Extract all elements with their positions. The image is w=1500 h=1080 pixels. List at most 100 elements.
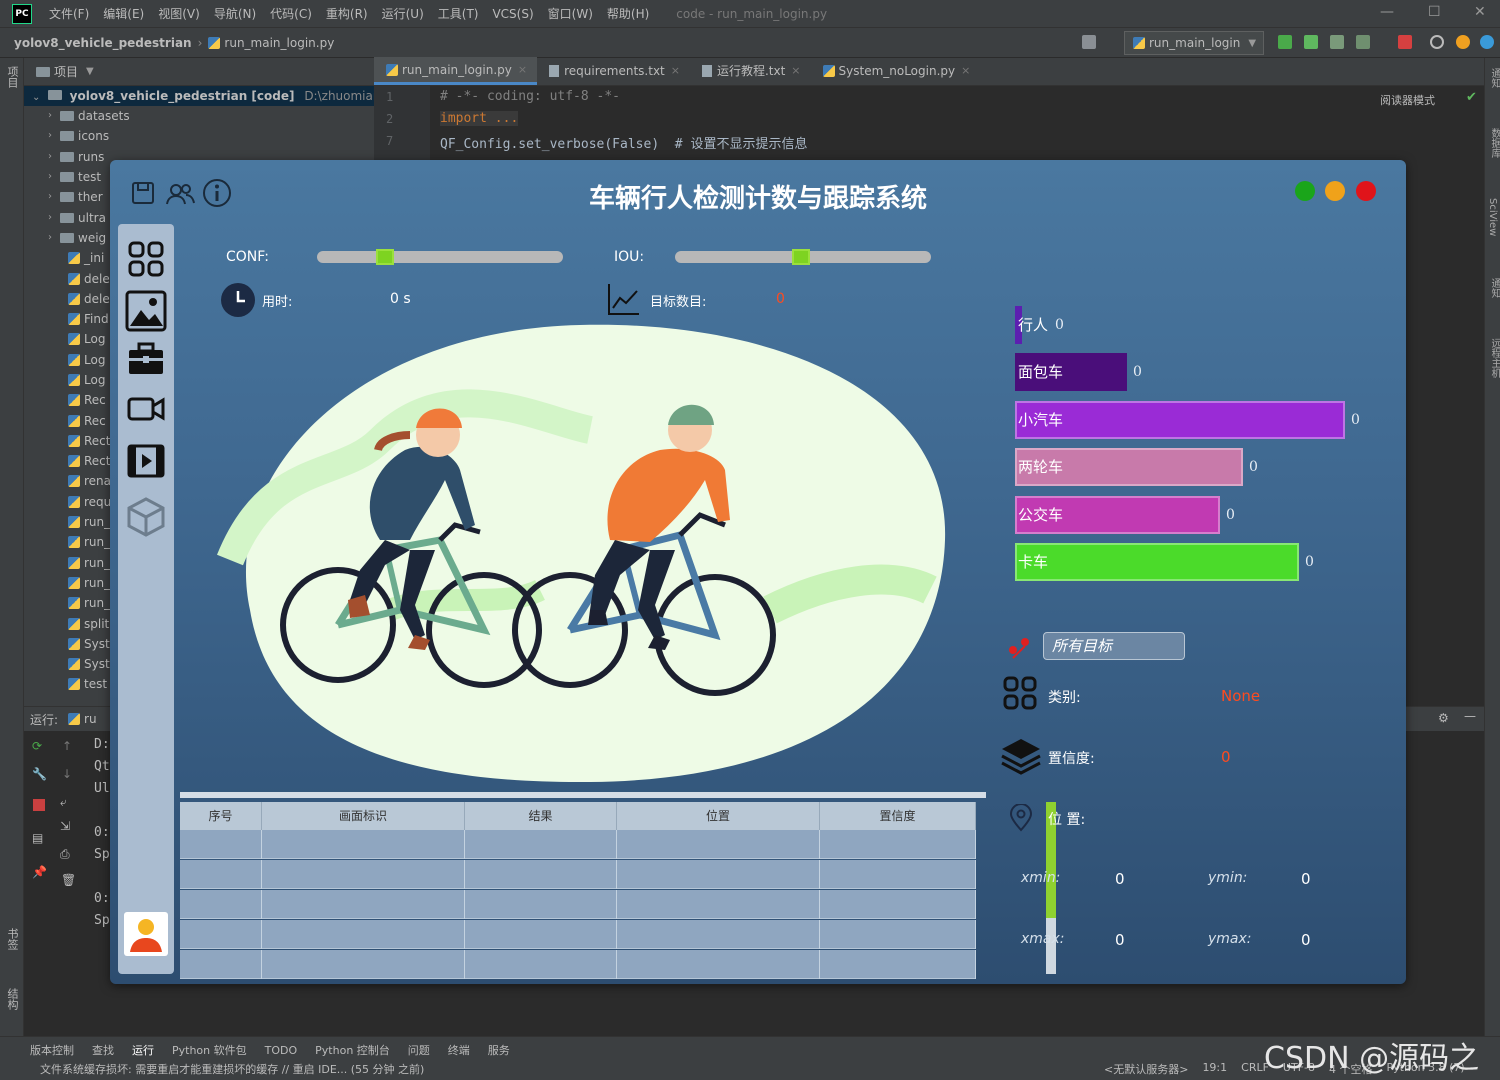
debug-icon[interactable] [1304, 35, 1318, 49]
table-cell[interactable] [262, 920, 465, 949]
table-cell[interactable] [617, 890, 820, 919]
user-icon[interactable] [1082, 35, 1096, 49]
table-cell[interactable] [465, 890, 617, 919]
image-icon[interactable] [125, 290, 167, 332]
tool-tab-find[interactable]: 查找 [92, 1042, 114, 1058]
menu-file[interactable]: 文件(F) [42, 0, 96, 28]
scroll-end-icon[interactable]: ⇲ [60, 819, 70, 833]
trash-icon[interactable]: 🗑 [61, 873, 76, 887]
column-header-index[interactable]: 序号 [180, 802, 262, 830]
tree-root[interactable]: ⌄ yolov8_vehicle_pedestrian [code] D:\zh… [24, 86, 374, 106]
menu-refactor[interactable]: 重构(R) [319, 0, 375, 28]
table-cell[interactable] [180, 920, 262, 949]
layout-icon[interactable]: ▤ [32, 831, 43, 845]
wrench-icon[interactable]: 🔧 [32, 767, 47, 781]
table-cell[interactable] [262, 860, 465, 889]
table-cell[interactable] [617, 950, 820, 979]
menu-tools[interactable]: 工具(T) [431, 0, 486, 28]
menu-vcs[interactable]: VCS(S) [485, 0, 540, 28]
coverage-icon[interactable] [1330, 35, 1344, 49]
menu-window[interactable]: 窗口(W) [541, 0, 600, 28]
table-cell[interactable] [180, 950, 262, 979]
gear-icon[interactable]: ⚙ [1438, 711, 1449, 725]
tab-system-nologin[interactable]: System_noLogin.py × [811, 57, 981, 85]
cube-icon[interactable] [125, 496, 167, 538]
table-row[interactable] [180, 950, 976, 979]
menu-view[interactable]: 视图(V) [151, 0, 207, 28]
tool-tab-python-packages[interactable]: Python 软件包 [172, 1042, 247, 1058]
tree-folder[interactable]: › icons [48, 126, 374, 146]
tool-tab-vcs[interactable]: 版本控制 [30, 1042, 74, 1058]
tab-requirements[interactable]: requirements.txt × [537, 57, 690, 85]
tool-tab-python-console[interactable]: Python 控制台 [315, 1042, 390, 1058]
table-cell[interactable] [465, 860, 617, 889]
column-header-frame[interactable]: 画面标识 [262, 802, 465, 830]
rerun-icon[interactable]: ⟳ [32, 739, 42, 753]
table-cell[interactable] [820, 950, 976, 979]
tool-tab-run[interactable]: 运行 [132, 1042, 154, 1058]
close-icon[interactable]: × [961, 57, 970, 85]
column-header-position[interactable]: 位置 [617, 802, 820, 830]
light-red-button[interactable] [1356, 181, 1376, 201]
target-select[interactable]: 所有目标 [1043, 632, 1185, 660]
sciview-tool-tab[interactable]: SciView [1487, 198, 1498, 236]
table-cell[interactable] [180, 890, 262, 919]
column-header-result[interactable]: 结果 [465, 802, 617, 830]
menu-help[interactable]: 帮助(H) [600, 0, 656, 28]
table-row[interactable] [180, 890, 976, 919]
table-cell[interactable] [465, 920, 617, 949]
tool-tab-terminal[interactable]: 终端 [448, 1042, 470, 1058]
project-panel-title[interactable]: 项目 [54, 63, 78, 80]
breadcrumb-file[interactable]: run_main_login.py [224, 36, 334, 50]
soft-wrap-icon[interactable]: ⤶ [60, 795, 67, 810]
jetbrains-icon[interactable] [1480, 35, 1494, 49]
tab-run-main-login[interactable]: run_main_login.py × [374, 56, 538, 85]
table-cell[interactable] [820, 890, 976, 919]
menu-navigate[interactable]: 导航(N) [207, 0, 263, 28]
tree-folder[interactable]: › datasets [48, 106, 374, 126]
status-caret[interactable]: 19:1 [1202, 1061, 1227, 1077]
tool-tab-services[interactable]: 服务 [488, 1042, 510, 1058]
update-icon[interactable] [1456, 35, 1470, 49]
reader-mode-toggle[interactable]: 阅读器模式 [1380, 92, 1435, 108]
notify-tool-tab[interactable]: 通知 [1487, 278, 1500, 298]
stop-icon[interactable] [33, 799, 45, 811]
conf-slider-handle[interactable] [376, 249, 394, 265]
column-header-confidence[interactable]: 置信度 [820, 802, 976, 830]
table-cell[interactable] [465, 830, 617, 859]
camera-icon[interactable] [127, 390, 165, 428]
table-cell[interactable] [465, 950, 617, 979]
light-green-button[interactable] [1295, 181, 1315, 201]
status-message[interactable]: 文件系统缓存损坏: 需要重启才能重建损坏的缓存 // 重启 IDE... (55… [40, 1061, 424, 1077]
table-cell[interactable] [617, 920, 820, 949]
table-cell[interactable] [262, 890, 465, 919]
run-panel-config[interactable]: ru [84, 712, 97, 726]
close-window-icon[interactable]: ✕ [1474, 4, 1486, 20]
table-cell[interactable] [180, 860, 262, 889]
menu-code[interactable]: 代码(C) [263, 0, 319, 28]
stop-icon[interactable] [1398, 35, 1412, 49]
close-icon[interactable]: × [791, 57, 800, 85]
tab-tutorial[interactable]: 运行教程.txt × [690, 57, 811, 85]
maximize-icon[interactable]: ☐ [1428, 4, 1441, 20]
iou-slider-handle[interactable] [792, 249, 810, 265]
menu-edit[interactable]: 编辑(E) [96, 0, 151, 28]
notifications-tool-tab[interactable]: 通知 [1487, 68, 1500, 88]
toolbox-icon[interactable] [127, 340, 165, 378]
close-icon[interactable]: × [671, 57, 680, 85]
rerun-icon[interactable] [1278, 35, 1292, 49]
light-yellow-button[interactable] [1325, 181, 1345, 201]
table-cell[interactable] [262, 830, 465, 859]
run-config-select[interactable]: run_main_login ▼ [1124, 31, 1264, 55]
iou-slider[interactable] [675, 249, 931, 265]
hide-icon[interactable]: — [1464, 709, 1476, 723]
arrow-down-icon[interactable]: ↓ [62, 767, 72, 781]
table-cell[interactable] [617, 860, 820, 889]
menu-run[interactable]: 运行(U) [375, 0, 431, 28]
close-icon[interactable]: × [518, 56, 527, 84]
bookmarks-tool-tab[interactable]: 书签 [4, 928, 20, 950]
table-cell[interactable] [180, 830, 262, 859]
status-server[interactable]: <无默认服务器> [1104, 1061, 1188, 1077]
arrow-up-icon[interactable]: ↑ [62, 739, 72, 753]
database-tool-tab[interactable]: 数据库 [1487, 128, 1500, 158]
